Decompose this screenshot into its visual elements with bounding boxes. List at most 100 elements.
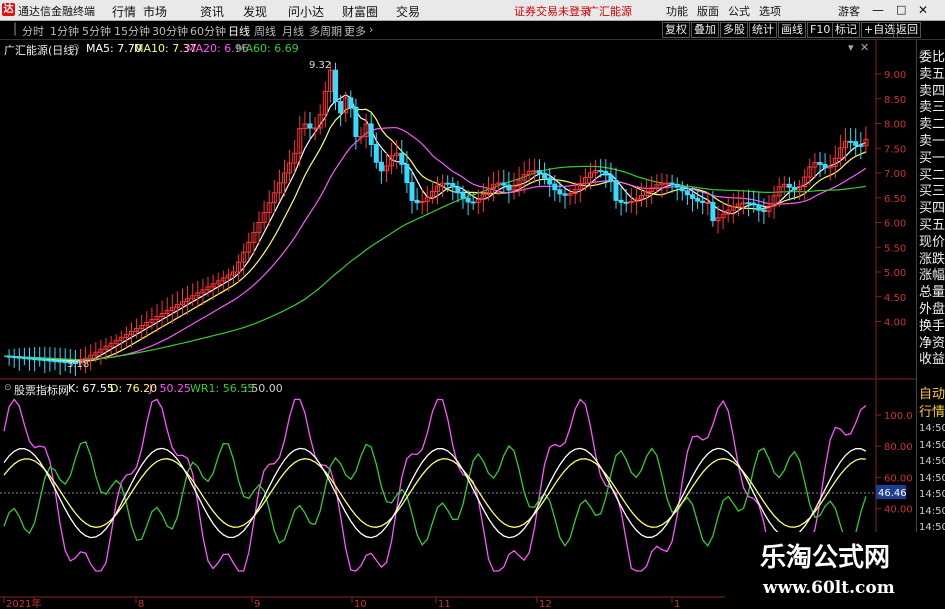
candle-body xyxy=(700,200,706,204)
candle-body xyxy=(761,209,767,212)
side-panel-item: 收益 xyxy=(919,352,945,368)
side-panel-item: 14:50 xyxy=(919,489,945,500)
side-panel-item[interactable]: 行情 xyxy=(919,401,945,420)
side-panel-item: 14:50 xyxy=(919,505,945,517)
price-info-line: 广汇能源(日线) ⊙ MA5: 7.70 MA10: 7.37 MA20: 6.… xyxy=(0,40,880,57)
candle-body xyxy=(690,194,695,199)
candle-body xyxy=(695,197,701,202)
period-toolbar: ▕ 分时 1分钟 5分钟 15分钟 30分钟 60分钟 日线 周线 月线 多周期… xyxy=(0,21,945,40)
maximize-icon[interactable]: □ xyxy=(896,3,906,16)
f10-button[interactable]: F10 xyxy=(807,22,834,38)
overlay-button[interactable]: 叠加 xyxy=(691,22,719,38)
x-tick-label: 11 xyxy=(438,599,451,609)
candle-body xyxy=(333,69,338,102)
indicator-current-value: 46.46 xyxy=(878,488,907,499)
ma60-value: MA60: 6.69 xyxy=(236,42,299,55)
indicator-tick-label: 40.00 xyxy=(884,505,913,516)
candle-body xyxy=(618,199,624,203)
draw-line-button[interactable]: 画线 xyxy=(778,22,806,38)
panel-close-icon[interactable]: ✕ xyxy=(860,41,869,54)
side-panel-item: 14:50 xyxy=(919,456,945,467)
candle-body xyxy=(501,182,507,186)
app-title: 通达信金融终端 xyxy=(18,5,95,18)
candle-body xyxy=(307,123,313,129)
login-notice[interactable]: 证券交易未登录 xyxy=(514,3,591,19)
candle-body xyxy=(537,170,542,174)
candle-body xyxy=(16,356,22,359)
candle-body xyxy=(42,359,48,362)
candle-body xyxy=(414,199,420,204)
period-more[interactable]: 更多 xyxy=(344,23,366,39)
menu-discover[interactable]: 发现 xyxy=(243,3,267,20)
candle-body xyxy=(358,135,364,138)
price-tick-label: 5.00 xyxy=(884,268,906,279)
chevron-right-icon[interactable]: › xyxy=(369,23,373,36)
indicator-tick-label: 100.0 xyxy=(884,411,913,422)
candle-body xyxy=(751,202,757,206)
candle-body xyxy=(710,201,716,222)
period-60min[interactable]: 60分钟 xyxy=(190,23,226,39)
candle-body xyxy=(21,357,27,360)
menu-wealth[interactable]: 财富圈 xyxy=(342,3,378,20)
menu-quotes[interactable]: 行情 xyxy=(112,3,136,20)
candle-body xyxy=(450,183,456,188)
candle-body xyxy=(465,197,471,203)
settings-circle-icon[interactable]: ⊙ xyxy=(72,43,80,53)
candle-body xyxy=(623,201,629,204)
price-tick-label: 7.50 xyxy=(884,144,906,155)
candle-body xyxy=(348,97,354,108)
x-tick-label: 9 xyxy=(254,599,260,609)
period-30min[interactable]: 30分钟 xyxy=(152,23,188,39)
candle-body xyxy=(32,358,38,361)
indicator-y-ticks: 100.0 80.00 60.00 40.00 xyxy=(876,411,913,516)
period-multi[interactable]: 多周期 xyxy=(309,23,342,39)
indicator-settings-icon[interactable]: ⊙ xyxy=(4,383,12,393)
multi-stock-button[interactable]: 多股 xyxy=(720,22,748,38)
x-tick-label: 12 xyxy=(539,599,552,609)
candle-body xyxy=(858,144,864,147)
panel-menu-icon[interactable]: ▾ xyxy=(848,41,854,54)
candle-body xyxy=(378,161,384,172)
menu-xiaoda[interactable]: 问小达 xyxy=(288,3,324,20)
menu-market[interactable]: 市场 xyxy=(143,3,167,20)
indicator-tick-label: 60.00 xyxy=(884,473,913,484)
price-tick-label: 8.00 xyxy=(884,120,906,131)
back-button[interactable]: 返回 xyxy=(893,22,921,38)
price-tick-label: 4.00 xyxy=(884,318,906,329)
guest-label[interactable]: 游客 xyxy=(838,3,860,19)
menu-formula[interactable]: 公式 xyxy=(728,3,750,19)
period-daily[interactable]: 日线 xyxy=(228,23,250,39)
candle-body xyxy=(353,106,359,137)
k-value: K: 67.55 xyxy=(68,382,114,395)
period-weekly[interactable]: 周线 xyxy=(254,23,276,39)
candle-body xyxy=(47,359,53,362)
kline-chart[interactable]: 9.00 8.50 8.00 7.50 7.00 6.50 6.00 5.50 5.00 4.50… xyxy=(0,40,916,609)
mark-button[interactable]: 标记 xyxy=(832,22,860,38)
low-price-label: 3.18 xyxy=(67,359,89,370)
menu-news[interactable]: 资讯 xyxy=(200,3,224,20)
side-panel-item: 14:50 xyxy=(919,423,945,434)
period-1min[interactable]: 1分钟 xyxy=(50,23,79,39)
adjust-button[interactable]: 复权 xyxy=(662,22,690,38)
candle-body xyxy=(455,186,461,194)
price-tick-label: 5.50 xyxy=(884,243,906,254)
menu-options[interactable]: 选项 xyxy=(759,3,781,19)
period-5min[interactable]: 5分钟 xyxy=(82,23,111,39)
statistics-button[interactable]: 统计 xyxy=(749,22,777,38)
period-monthly[interactable]: 月线 xyxy=(282,23,304,39)
menu-bar: 达 通达信金融终端 行情 市场 资讯 发现 问小达 财富圈 交易 证券交易未登录… xyxy=(0,0,945,21)
menu-function[interactable]: 功能 xyxy=(666,3,688,19)
menu-layout[interactable]: 版面 xyxy=(697,3,719,19)
period-timeshare[interactable]: 分时 xyxy=(22,23,44,39)
close-icon[interactable]: ✕ xyxy=(918,3,928,17)
candle-body xyxy=(37,358,43,361)
price-tick-label: 9.00 xyxy=(884,70,906,81)
menu-trade[interactable]: 交易 xyxy=(396,3,420,20)
candle-body xyxy=(664,182,670,185)
minimize-icon[interactable]: — xyxy=(872,3,884,17)
candle-body xyxy=(557,189,563,195)
side-panel-item[interactable]: 自动 xyxy=(919,383,945,402)
period-15min[interactable]: 15分钟 xyxy=(114,23,150,39)
level-value: : 50.00 xyxy=(244,382,283,395)
candle-body xyxy=(848,140,854,143)
